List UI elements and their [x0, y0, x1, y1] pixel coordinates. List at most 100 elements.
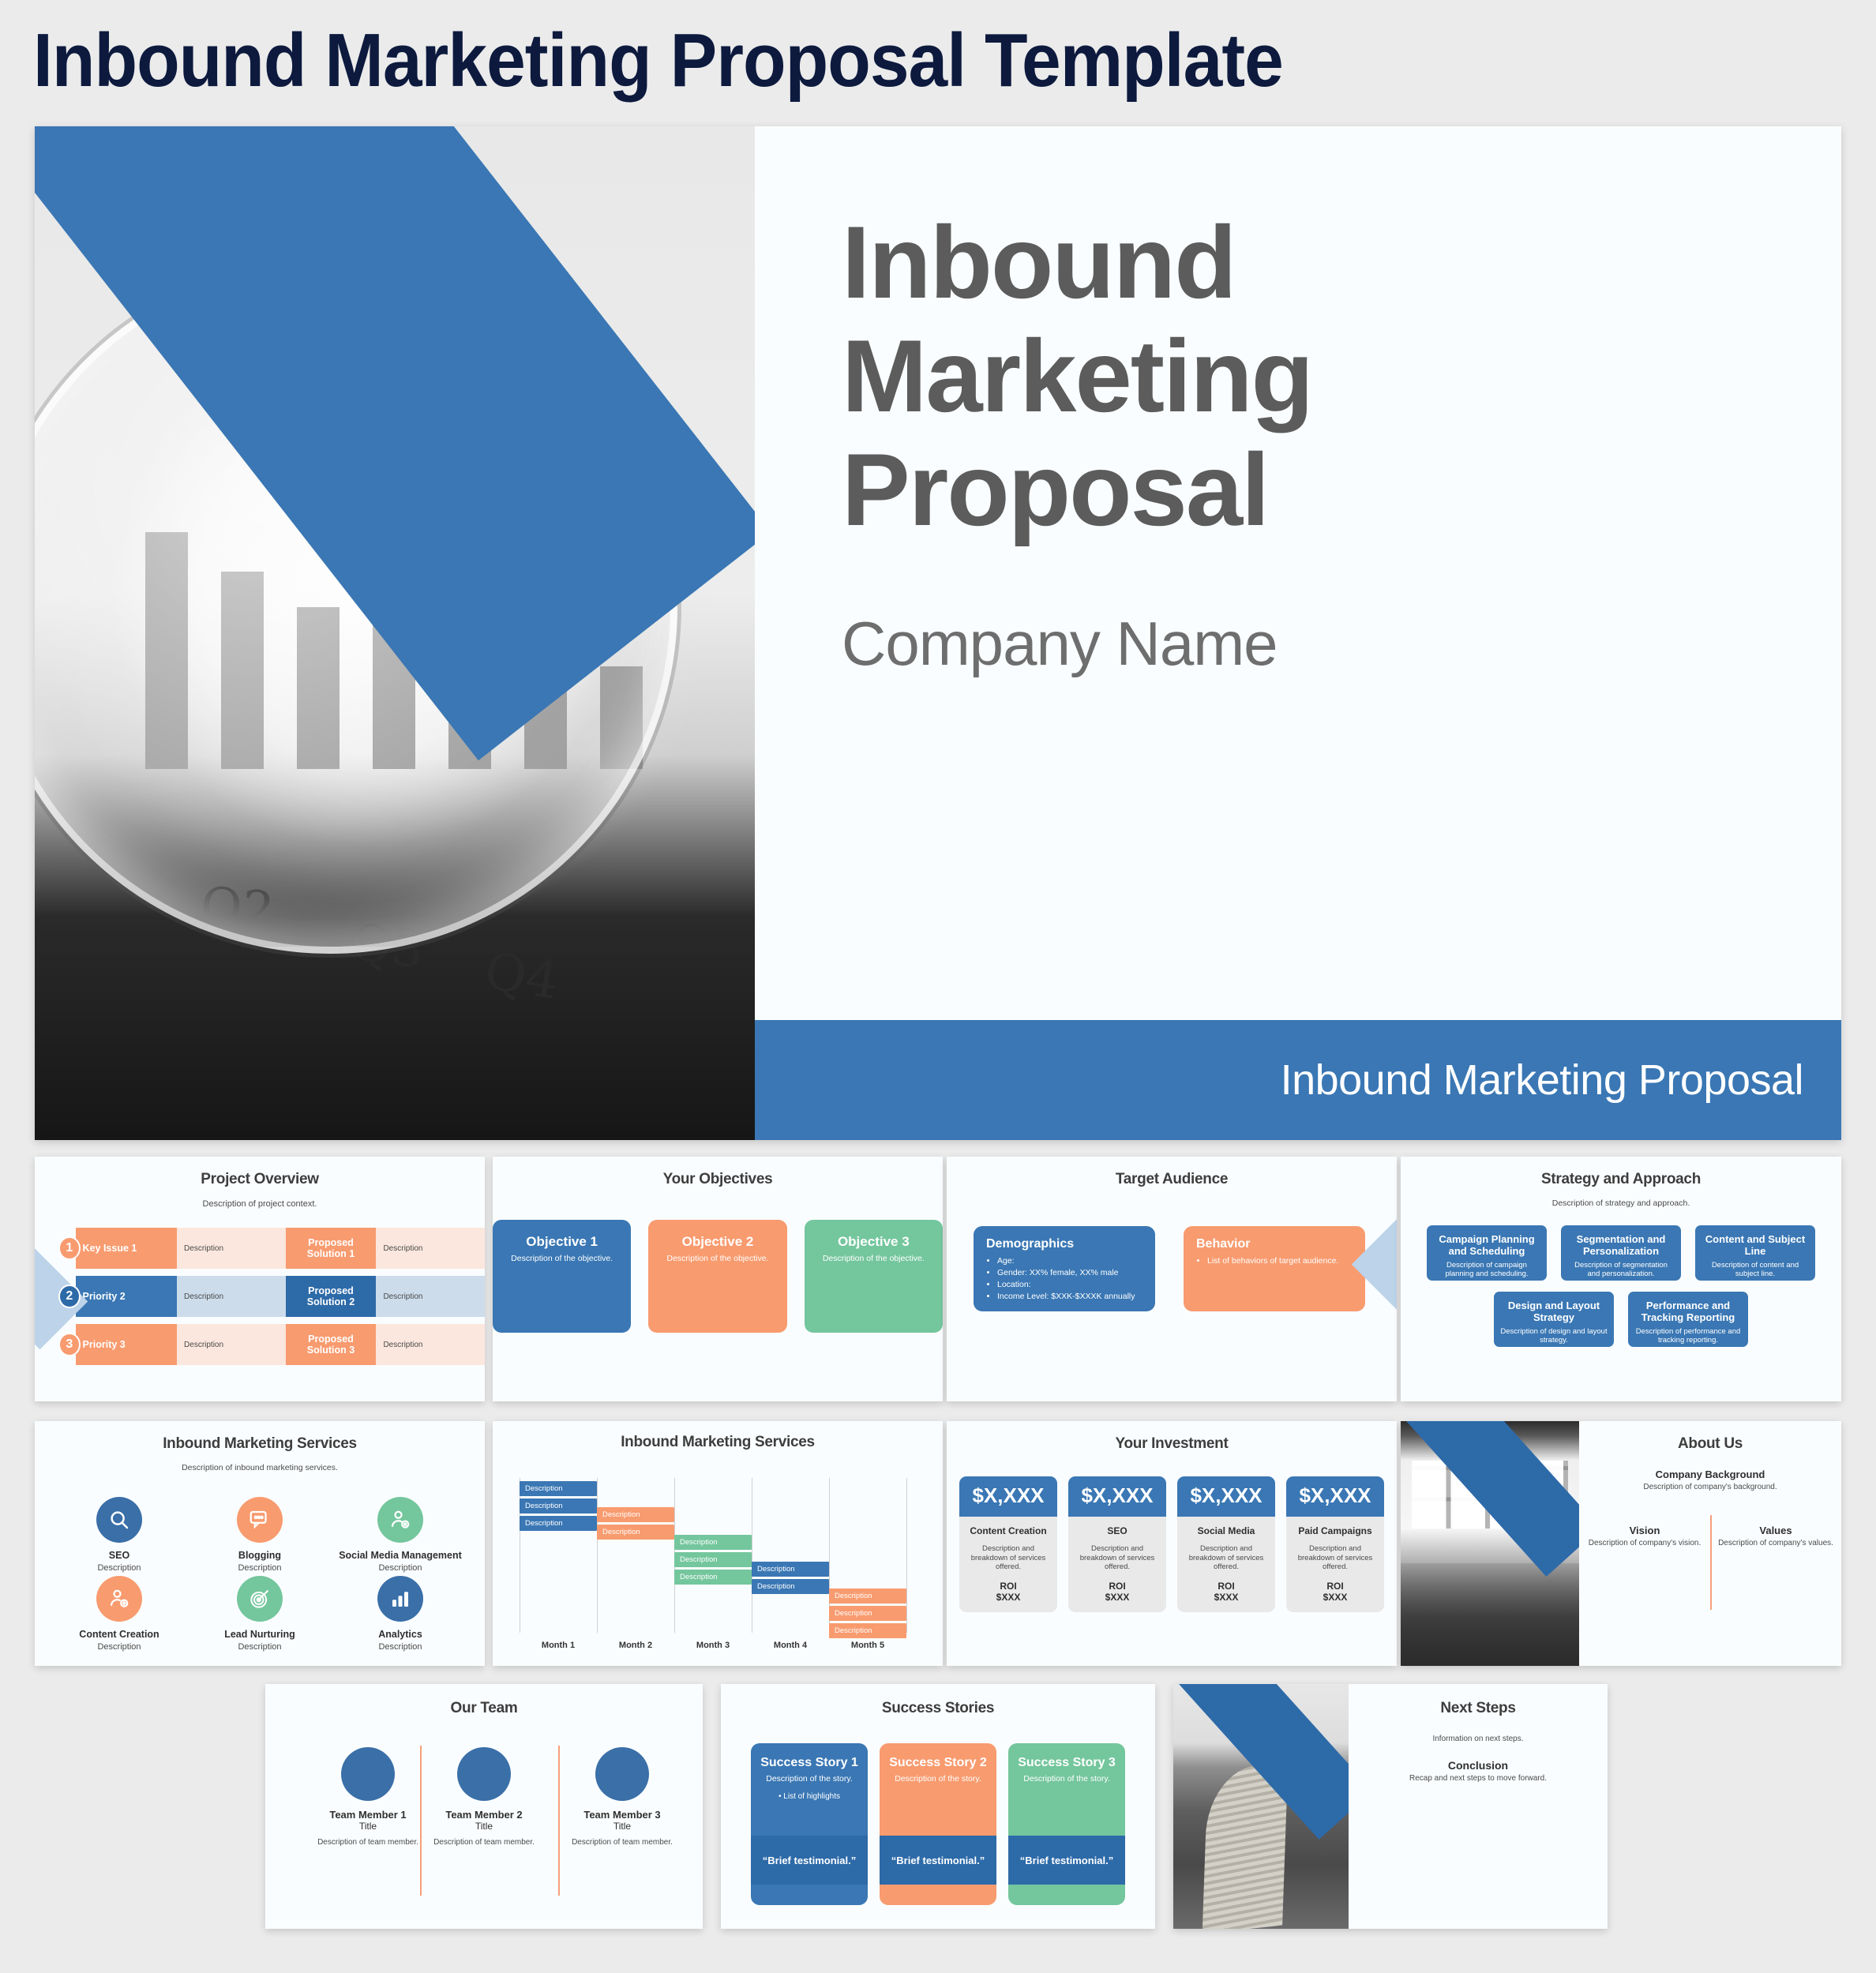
testimonial: “Brief testimonial.”: [751, 1836, 868, 1885]
slide-target-audience[interactable]: Target Audience Demographics Age: Gender…: [947, 1157, 1397, 1401]
service-name: Paid Campaigns: [1298, 1525, 1372, 1536]
strategy-label: Performance and Tracking Reporting: [1641, 1300, 1735, 1323]
service-name: Lead Nurturing: [224, 1629, 295, 1640]
service-item-content-creation[interactable]: Content Creation Description: [52, 1576, 186, 1652]
cover-heading: Inbound Marketing Proposal: [842, 204, 1314, 547]
row-desc: Description: [177, 1324, 286, 1365]
roi-label: ROI: [1218, 1580, 1235, 1592]
strategy-card[interactable]: Segmentation and Personalization Descrip…: [1561, 1225, 1681, 1281]
investment-card[interactable]: $X,XXX SEO Description and breakdown of …: [1068, 1476, 1166, 1612]
cover-slide[interactable]: Q2 Q3 Q4 Inbound Marketing Proposal Comp…: [35, 126, 1841, 1140]
gantt-axis-label: Month 2: [618, 1641, 653, 1650]
table-row[interactable]: 2 Priority 2 Description Proposed Soluti…: [58, 1276, 485, 1317]
gantt-axis-label: Month 3: [696, 1641, 730, 1650]
vision-desc: Description of company's vision.: [1588, 1539, 1702, 1547]
strategy-card[interactable]: Content and Subject Line Description of …: [1695, 1225, 1815, 1281]
slide-your-objectives[interactable]: Your Objectives Objective 1 Description …: [493, 1157, 943, 1401]
vision-heading: Vision: [1629, 1525, 1660, 1536]
objective-card[interactable]: Objective 3 Description of the objective…: [804, 1220, 943, 1333]
chat-bubble-icon: [237, 1497, 283, 1543]
strategy-desc: Description of design and layout strateg…: [1500, 1327, 1608, 1345]
objective-label: Objective 2: [681, 1234, 754, 1249]
behavior-heading: Behavior: [1196, 1237, 1251, 1251]
demographics-card[interactable]: Demographics Age: Gender: XX% female, XX…: [974, 1226, 1155, 1311]
service-desc: Description: [97, 1642, 141, 1652]
conclusion-desc: Recap and next steps to move forward.: [1409, 1774, 1547, 1783]
gantt-bar: Description: [674, 1552, 752, 1567]
service-item-lead-nurturing[interactable]: Lead Nurturing Description: [193, 1576, 327, 1652]
success-story-card[interactable]: Success Story 3 Description of the story…: [1008, 1743, 1125, 1905]
row-label: Priority 3: [75, 1324, 178, 1365]
member-name: Team Member 2: [445, 1809, 523, 1821]
service-item-social-media[interactable]: Social Media Management Description: [333, 1497, 467, 1573]
slide-title: Target Audience: [1115, 1171, 1229, 1187]
slide-your-investment[interactable]: Your Investment $X,XXX Content Creation …: [947, 1421, 1397, 1666]
objective-card[interactable]: Objective 2 Description of the objective…: [648, 1220, 787, 1333]
table-row[interactable]: 1 Key Issue 1 Description Proposed Solut…: [58, 1228, 485, 1269]
behavior-card[interactable]: Behavior List of behaviors of target aud…: [1184, 1226, 1365, 1311]
slide-strategy-approach[interactable]: Strategy and Approach Description of str…: [1401, 1157, 1841, 1401]
price-label: $X,XXX: [1068, 1476, 1166, 1517]
row-number: 3: [58, 1333, 81, 1356]
investment-card[interactable]: $X,XXX Paid Campaigns Description and br…: [1286, 1476, 1384, 1612]
gantt-bar: Description: [829, 1589, 906, 1604]
investment-card[interactable]: $X,XXX Content Creation Description and …: [959, 1476, 1057, 1612]
success-story-card[interactable]: Success Story 1 Description of the story…: [751, 1743, 868, 1905]
slide-subtitle: Description of project context.: [202, 1199, 317, 1209]
divider: [1710, 1515, 1712, 1610]
service-item-blogging[interactable]: Blogging Description: [193, 1497, 327, 1573]
gantt-bar: Description: [674, 1535, 752, 1550]
price-label: $X,XXX: [959, 1476, 1057, 1517]
roi-value: $XXX: [1214, 1591, 1239, 1603]
gantt-chart: Description Description Description Desc…: [520, 1478, 914, 1650]
roi-value: $XXX: [1105, 1591, 1130, 1603]
person-gear-icon: [377, 1497, 423, 1543]
slide-services-gantt[interactable]: Inbound Marketing Services Description D…: [493, 1421, 943, 1666]
slide-success-stories[interactable]: Success Stories Success Story 1 Descript…: [721, 1684, 1155, 1929]
values-heading: Values: [1759, 1525, 1792, 1536]
row-solution-desc: Description: [376, 1324, 485, 1365]
service-item-seo[interactable]: SEO Description: [52, 1497, 186, 1573]
strategy-card[interactable]: Campaign Planning and Scheduling Descrip…: [1427, 1225, 1547, 1281]
slide-services-icons[interactable]: Inbound Marketing Services Description o…: [35, 1421, 485, 1666]
table-row[interactable]: 3 Priority 3 Description Proposed Soluti…: [58, 1324, 485, 1365]
success-story-card[interactable]: Success Story 2 Description of the story…: [880, 1743, 996, 1905]
strategy-label: Design and Layout Strategy: [1507, 1300, 1600, 1323]
magnifier-icon: [96, 1497, 142, 1543]
slide-next-steps[interactable]: Next Steps Information on next steps. Co…: [1173, 1684, 1608, 1929]
story-desc: Description of the story.: [766, 1774, 853, 1784]
slide-subtitle: Description of strategy and approach.: [1551, 1198, 1690, 1208]
list-item: List of behaviors of target audience.: [1207, 1256, 1353, 1266]
service-item-analytics[interactable]: Analytics Description: [333, 1576, 467, 1652]
objective-card[interactable]: Objective 1 Description of the objective…: [493, 1220, 632, 1333]
strategy-label: Content and Subject Line: [1705, 1233, 1806, 1257]
cover-body: Inbound Marketing Proposal Company Name …: [755, 126, 1841, 1140]
gantt-bar: Description: [520, 1516, 597, 1531]
cover-company-name: Company Name: [842, 609, 1278, 678]
avatar: [457, 1747, 511, 1801]
slide-our-team[interactable]: Our Team Team Member 1 Title Description…: [265, 1684, 703, 1929]
strategy-card[interactable]: Performance and Tracking Reporting Descr…: [1628, 1292, 1748, 1347]
slide-title: Your Objectives: [662, 1171, 773, 1187]
slide-project-overview[interactable]: Project Overview Description of project …: [35, 1157, 485, 1401]
team-member-card[interactable]: Team Member 3 Title Description of team …: [543, 1747, 701, 1847]
gantt-bar: Description: [829, 1606, 906, 1621]
slide-title: Project Overview: [201, 1171, 319, 1187]
slide-title: Strategy and Approach: [1540, 1171, 1702, 1187]
service-name: SEO: [108, 1550, 130, 1561]
team-member-card[interactable]: Team Member 2 Title Description of team …: [405, 1747, 563, 1847]
gantt-bar: Description: [674, 1570, 752, 1585]
roi-value: $XXX: [1323, 1591, 1348, 1603]
team-meeting-photo: [1401, 1421, 1579, 1666]
strategy-card[interactable]: Design and Layout Strategy Description o…: [1494, 1292, 1614, 1347]
service-name: Analytics: [378, 1629, 422, 1640]
member-name: Team Member 3: [583, 1809, 661, 1821]
slide-about-us[interactable]: About Us Company Background Description …: [1401, 1421, 1841, 1666]
service-desc: Description and breakdown of services of…: [970, 1544, 1046, 1571]
gantt-gridline: [906, 1478, 907, 1633]
boardwalk-path-photo: [1173, 1684, 1349, 1929]
investment-card[interactable]: $X,XXX Social Media Description and brea…: [1177, 1476, 1275, 1612]
bar-chart-icon: [377, 1576, 423, 1622]
list-item: Income Level: $XXK-$XXXK annually: [997, 1292, 1142, 1301]
objective-desc: Description of the objective.: [822, 1254, 925, 1263]
